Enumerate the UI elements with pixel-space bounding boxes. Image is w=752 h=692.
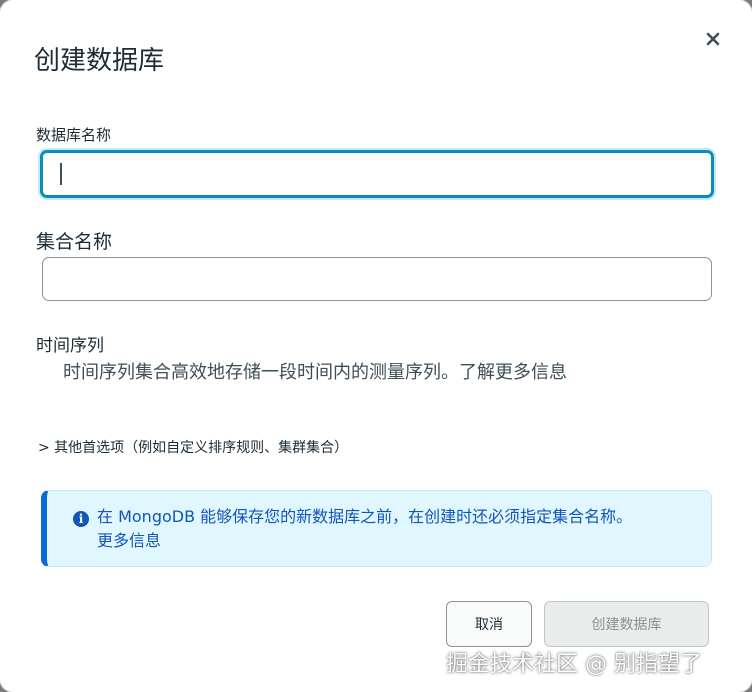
close-button[interactable] — [700, 26, 726, 52]
info-banner-text: 在 MongoDB 能够保存您的新数据库之前，在创建时还必须指定集合名称。 更多… — [97, 505, 697, 553]
text-caret — [60, 163, 62, 185]
time-series-heading: 时间序列 — [36, 336, 104, 356]
database-name-label: 数据库名称 — [36, 126, 112, 144]
close-icon — [706, 32, 720, 46]
additional-preferences-toggle[interactable]: > 其他首选项（例如自定义排序规则、集群集合） — [38, 437, 348, 457]
create-database-modal: 创建数据库 数据库名称 集合名称 时间序列 时间序列集合高效地存储一段时间内的测… — [0, 0, 752, 692]
collection-name-label: 集合名称 — [36, 231, 113, 253]
info-banner-more-info-link[interactable]: 更多信息 — [97, 531, 161, 550]
time-series-description: 时间序列集合高效地存储一段时间内的测量序列。了解更多信息 — [63, 358, 567, 384]
collection-name-input[interactable] — [42, 257, 712, 301]
time-series-description-text: 时间序列集合高效地存储一段时间内的测量序列。 — [63, 362, 459, 383]
info-banner-message: 在 MongoDB 能够保存您的新数据库之前，在创建时还必须指定集合名称。 — [97, 507, 633, 526]
database-name-input[interactable] — [40, 150, 714, 198]
info-icon: i — [73, 511, 89, 527]
time-series-learn-more-link[interactable]: 了解更多信息 — [459, 362, 567, 383]
modal-title: 创建数据库 — [34, 46, 165, 76]
info-banner: i 在 MongoDB 能够保存您的新数据库之前，在创建时还必须指定集合名称。 … — [41, 490, 712, 567]
cancel-button[interactable]: 取消 — [446, 601, 532, 647]
watermark: 掘金技术社区 @ 别指望了 — [446, 652, 702, 677]
create-database-button[interactable]: 创建数据库 — [544, 601, 709, 647]
